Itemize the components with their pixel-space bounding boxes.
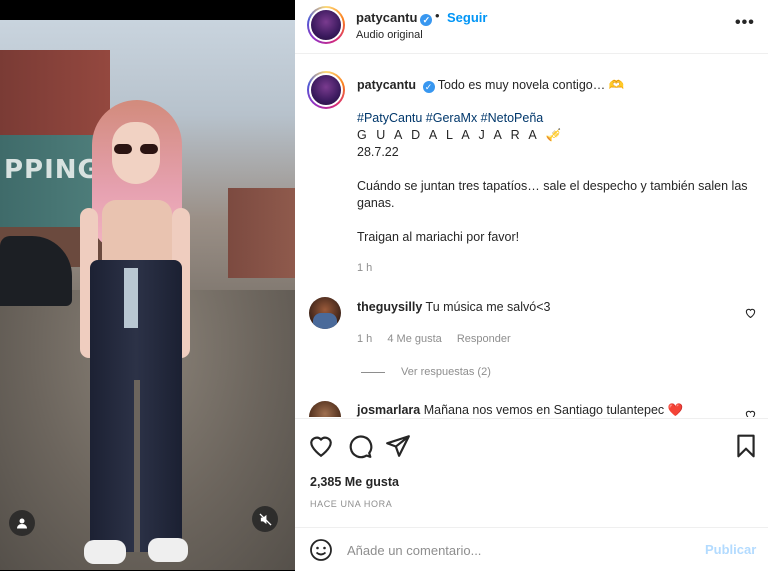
publish-button[interactable]: Publicar — [705, 542, 756, 557]
shipping-container-right — [228, 188, 295, 278]
separator-dot: • — [435, 8, 440, 23]
post-time-ago: HACE UNA HORA — [310, 499, 393, 509]
user-tag-button[interactable] — [9, 510, 35, 536]
post-photo: PPING — [0, 20, 295, 570]
comment-input[interactable] — [347, 540, 687, 560]
heart-icon[interactable] — [308, 433, 334, 459]
reply-button[interactable]: Responder — [457, 333, 511, 345]
comment-icon[interactable] — [347, 433, 373, 459]
user-tag-icon — [17, 518, 27, 529]
caption-username[interactable]: patycantu — [357, 78, 416, 92]
comment-2: josmarlara Mañana nos vemos en Santiago … — [357, 403, 683, 417]
verified-icon: ✓ — [422, 81, 435, 93]
caption-text: Todo es muy novela contigo… 🫶 — [437, 78, 625, 92]
comment-avatar[interactable] — [309, 401, 341, 417]
comments-section[interactable]: patycantu ✓ Todo es muy novela contigo… … — [295, 55, 768, 417]
emoji-icon[interactable] — [309, 538, 333, 562]
shoe-left — [84, 540, 126, 564]
comment-text: Tu música me salvó<3 — [425, 300, 551, 314]
comment-text: Mañana nos vemos en Santiago tulantepec … — [423, 403, 684, 417]
post-panel: patycantu ✓ • Seguir Audio original ••• p… — [295, 0, 768, 571]
caption-date: 28.7.22 — [357, 145, 399, 159]
bookmark-icon[interactable] — [733, 433, 759, 459]
more-options-icon[interactable]: ••• — [735, 14, 755, 32]
mute-button[interactable] — [252, 506, 278, 532]
comment-username[interactable]: josmarlara — [357, 403, 420, 417]
post-media[interactable]: PPING — [0, 0, 295, 571]
comment-username[interactable]: theguysilly — [357, 300, 422, 314]
mute-icon — [258, 512, 272, 526]
caption-city: G U A D A L A J A R A 🎺 — [357, 128, 565, 142]
view-replies-button[interactable]: Ver respuestas (2) — [361, 366, 491, 378]
caption-hashtags[interactable]: #PatyCantu #GeraMx #NetoPeña — [357, 110, 757, 127]
view-replies-label[interactable]: Ver respuestas (2) — [401, 366, 491, 378]
author-username[interactable]: patycantu ✓ — [356, 10, 433, 26]
author-username-text[interactable]: patycantu — [356, 10, 417, 25]
caption-time: 1 h — [357, 262, 373, 274]
comment-likes[interactable]: 4 Me gusta — [387, 333, 441, 345]
caption-author-avatar[interactable] — [307, 71, 345, 109]
action-bar: 2,385 Me gusta HACE UNA HORA — [295, 418, 768, 528]
post-header: patycantu ✓ • Seguir Audio original ••• — [295, 0, 768, 54]
caption-paragraph-2: Traigan al mariachi por favor! — [357, 230, 520, 244]
follow-button[interactable]: Seguir — [447, 10, 487, 25]
comment-like-heart-icon[interactable] — [745, 409, 756, 417]
shoe-right — [148, 538, 188, 562]
comment-like-heart-icon[interactable] — [745, 307, 756, 321]
likes-count[interactable]: 2,385 Me gusta — [310, 475, 399, 489]
post-viewer: PPING patycantu ✓ • Seguir Audio origina… — [0, 0, 768, 571]
replies-divider — [361, 371, 385, 373]
person — [62, 100, 212, 570]
sunglasses — [114, 144, 158, 154]
share-icon[interactable] — [385, 433, 411, 459]
verified-icon: ✓ — [420, 14, 433, 26]
caption-paragraph-1: Cuándo se juntan tres tapatíos… sale el … — [357, 179, 748, 210]
comment-1: theguysilly Tu música me salvó<3 — [357, 300, 550, 314]
caption: patycantu ✓ Todo es muy novela contigo… … — [357, 77, 757, 246]
comment-meta: 1 h 4 Me gusta Responder — [357, 333, 523, 345]
add-comment-bar: Publicar — [295, 527, 768, 571]
comment-time: 1 h — [357, 333, 373, 345]
audio-link[interactable]: Audio original — [356, 29, 423, 41]
author-avatar[interactable] — [307, 6, 345, 44]
jeans — [90, 260, 182, 552]
comment-avatar[interactable] — [309, 297, 341, 329]
